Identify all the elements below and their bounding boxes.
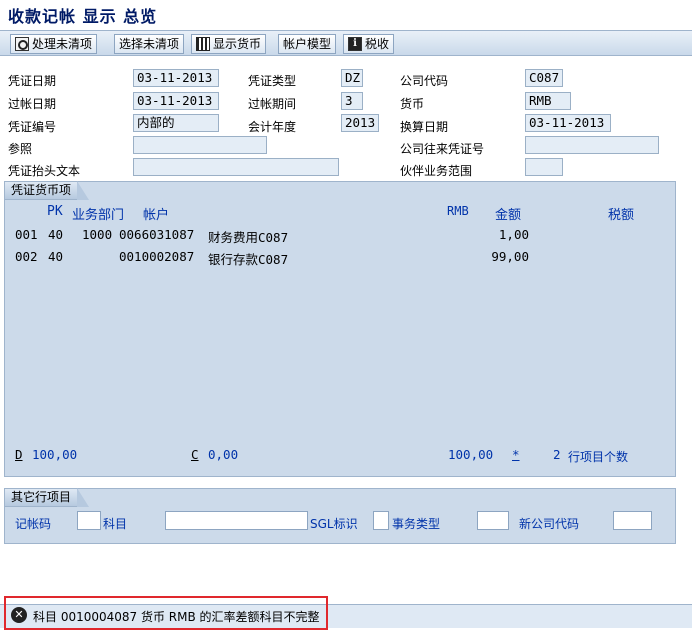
- fiscal-year-field: 2013: [341, 114, 379, 132]
- other-line-items-tab[interactable]: 其它行项目: [4, 488, 90, 507]
- col-currency-header: RMB: [447, 204, 469, 218]
- partner-ba-field: [525, 158, 563, 176]
- application-toolbar: 处理未清项 选择未清项 显示货币 帐户模型 i 税收: [0, 30, 692, 56]
- item-count: 2: [553, 447, 561, 462]
- col-ba-header: 业务部门: [72, 208, 125, 223]
- sgl-label: SGL标识: [310, 517, 358, 531]
- balance-marker: *: [512, 447, 520, 462]
- posting-date-field: 03-11-2013: [133, 92, 219, 110]
- row-line: 001: [15, 227, 38, 242]
- period-field: 3: [341, 92, 363, 110]
- info-icon: i: [348, 37, 362, 51]
- translation-date-label: 换算日期: [400, 120, 449, 134]
- translation-date-field: 03-11-2013: [525, 114, 611, 132]
- select-open-items-button[interactable]: 选择未清项: [114, 34, 185, 54]
- row-account: 0010002087: [119, 249, 195, 264]
- credit-total: 0,00: [208, 447, 239, 462]
- select-open-items-label: 选择未清项: [119, 37, 180, 51]
- row-ba: 1000: [82, 227, 113, 242]
- show-currency-label: 显示货币: [213, 37, 262, 51]
- error-icon: ✕: [11, 607, 27, 623]
- trans-type-input[interactable]: [477, 511, 509, 530]
- row-text: 银行存款C087: [208, 252, 289, 267]
- search-icon: [15, 37, 29, 51]
- new-company-label: 新公司代码: [519, 517, 580, 531]
- other-line-items-panel: 其它行项目 记帐码 科目 SGL标识 事务类型 新公司代码: [4, 488, 676, 544]
- row-account: 0066031087: [119, 227, 195, 242]
- account-input[interactable]: [165, 511, 308, 530]
- sgl-input[interactable]: [373, 511, 389, 530]
- row-line: 002: [15, 249, 38, 264]
- currency-label: 货币: [400, 97, 425, 111]
- col-tax-header: 税额: [608, 208, 635, 223]
- row-text: 财务费用C087: [208, 230, 289, 245]
- title-bar: 收款记帐 显示 总览: [0, 0, 692, 28]
- col-amount-header: 金额: [495, 208, 522, 223]
- show-currency-button[interactable]: 显示货币: [191, 34, 267, 54]
- doc-date-label: 凭证日期: [8, 74, 57, 88]
- grid-icon: [196, 37, 210, 51]
- period-label: 过帐期间: [248, 97, 297, 111]
- row-amount: 1,00: [498, 227, 529, 242]
- item-count-label: 行项目个数: [568, 450, 629, 464]
- header-text-field: [133, 158, 339, 176]
- new-company-input[interactable]: [613, 511, 652, 530]
- document-items-tab[interactable]: 凭证货币项: [4, 181, 90, 200]
- currency-field: RMB: [525, 92, 571, 110]
- status-message[interactable]: 科目 0010004087 货币 RMB 的汇率差额科目不完整: [33, 608, 320, 625]
- doc-type-field: DZ: [341, 69, 363, 87]
- tax-label: 税收: [365, 37, 390, 51]
- doc-number-field: 内部的: [133, 114, 219, 132]
- fiscal-year-label: 会计年度: [248, 120, 297, 134]
- account-model-label: 帐户模型: [283, 37, 332, 51]
- account-label: 科目: [103, 517, 128, 531]
- account-model-button[interactable]: 帐户模型: [278, 34, 337, 54]
- row-pk: 40: [48, 249, 64, 264]
- open-items-button[interactable]: 处理未清项: [10, 34, 98, 54]
- col-account-header: 帐户: [143, 208, 170, 223]
- tax-button[interactable]: i 税收: [343, 34, 395, 54]
- intercompany-label: 公司往来凭证号: [400, 142, 485, 156]
- posting-date-label: 过帐日期: [8, 97, 57, 111]
- document-items-panel: 凭证货币项 PK 业务部门 帐户 RMB 金额 税额 001 40 1000 0…: [4, 181, 676, 477]
- row-pk: 40: [48, 227, 64, 242]
- intercompany-field: [525, 136, 659, 154]
- doc-number-label: 凭证编号: [8, 120, 57, 134]
- balance-total: 100,00: [448, 447, 494, 462]
- debit-label: D: [15, 447, 23, 462]
- col-pk-header: PK: [47, 204, 63, 219]
- header-text-label: 凭证抬头文本: [8, 164, 81, 178]
- reference-label: 参照: [8, 142, 33, 156]
- posting-key-label: 记帐码: [15, 517, 52, 531]
- reference-field: [133, 136, 267, 154]
- posting-key-input[interactable]: [77, 511, 101, 530]
- trans-type-label: 事务类型: [392, 517, 441, 531]
- row-amount: 99,00: [491, 249, 529, 264]
- debit-total: 100,00: [32, 447, 78, 462]
- doc-date-field: 03-11-2013: [133, 69, 219, 87]
- open-items-label: 处理未清项: [32, 37, 93, 51]
- credit-label: C: [191, 447, 199, 462]
- partner-ba-label: 伙伴业务范围: [400, 164, 473, 178]
- page-title: 收款记帐 显示 总览: [8, 7, 158, 26]
- company-code-field: C087: [525, 69, 563, 87]
- company-code-label: 公司代码: [400, 74, 449, 88]
- doc-type-label: 凭证类型: [248, 74, 297, 88]
